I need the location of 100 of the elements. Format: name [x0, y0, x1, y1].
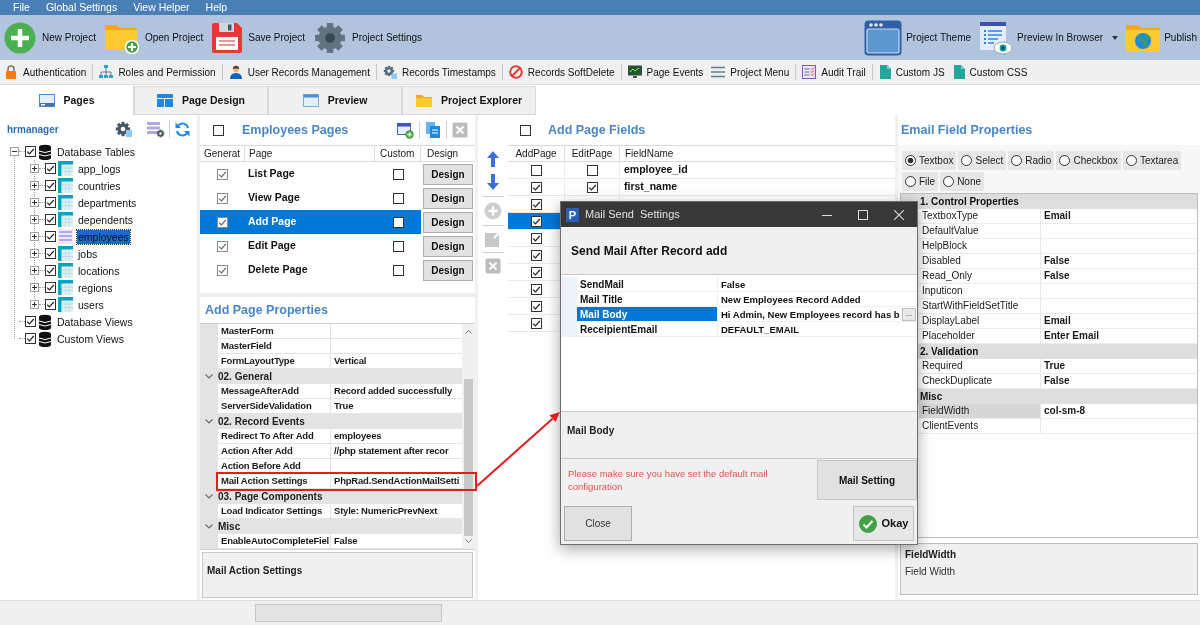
checkbox[interactable] [530, 283, 542, 295]
checkbox[interactable] [213, 124, 224, 136]
design-button[interactable]: Design [423, 163, 473, 185]
checkbox[interactable] [45, 248, 56, 259]
close-button[interactable]: Close [564, 506, 632, 541]
checkbox[interactable] [586, 181, 598, 193]
ellipsis-button[interactable]: ... [902, 307, 916, 321]
checkbox[interactable] [45, 231, 56, 242]
checkbox[interactable] [45, 299, 56, 310]
tab[interactable]: Project Explorer [402, 86, 536, 115]
chevron-down-icon[interactable] [205, 419, 213, 424]
scrollbar[interactable] [462, 324, 475, 549]
toolbar-button[interactable]: Publish [1126, 17, 1197, 58]
checkbox[interactable] [392, 192, 404, 204]
tree-item[interactable]: departments [77, 195, 138, 210]
radio-option[interactable]: Textbox [902, 151, 957, 170]
toolbar-button[interactable]: Records Timestamps [382, 64, 496, 80]
expand-icon[interactable] [30, 181, 39, 190]
refresh-icon[interactable] [174, 120, 191, 138]
toolbar-button[interactable]: Page Events [627, 64, 704, 80]
checkbox[interactable] [217, 264, 228, 276]
radio-option[interactable]: Radio [1008, 151, 1055, 170]
chevron-down-icon[interactable] [205, 494, 213, 499]
radio-option[interactable]: Select [958, 151, 1007, 170]
checkbox[interactable] [217, 192, 228, 204]
tree-item[interactable]: app_logs [77, 161, 122, 176]
collapse-icon[interactable] [10, 147, 19, 156]
close-icon[interactable] [894, 209, 904, 220]
checkbox[interactable] [45, 265, 56, 276]
tree-item[interactable]: dependents [77, 212, 134, 227]
checkbox[interactable] [530, 266, 542, 278]
menu-item[interactable]: File [13, 0, 30, 15]
menu-item[interactable]: View Helper [133, 0, 190, 15]
expand-icon[interactable] [30, 300, 39, 309]
maximize-icon[interactable] [858, 209, 868, 220]
checkbox[interactable] [530, 317, 542, 329]
tree-item[interactable]: regions [77, 280, 114, 295]
toolbar-button[interactable]: Open Project [104, 18, 204, 57]
radio-option[interactable]: None [940, 172, 985, 191]
tab[interactable]: Page Design [134, 86, 268, 115]
arrow-down-icon[interactable] [484, 173, 502, 191]
expand-icon[interactable] [30, 164, 39, 173]
radio-option[interactable]: Checkbox [1056, 151, 1121, 170]
design-button[interactable]: Design [423, 259, 473, 281]
tree-item[interactable]: Database Views [56, 314, 134, 329]
chevron-down-icon[interactable] [205, 524, 213, 529]
tab[interactable]: Preview [268, 86, 402, 115]
checkbox[interactable] [392, 168, 404, 180]
chevron-up-icon[interactable] [465, 330, 472, 334]
checkbox[interactable] [530, 198, 542, 210]
expand-icon[interactable] [30, 198, 39, 207]
checkbox[interactable] [25, 333, 36, 344]
checkbox[interactable] [45, 197, 56, 208]
checkbox[interactable] [45, 214, 56, 225]
toolbar-button[interactable]: Audit Trail [802, 64, 866, 80]
chevron-down-icon[interactable] [465, 539, 472, 543]
tree-item[interactable]: Database Tables [56, 144, 137, 159]
toolbar-button[interactable]: User Records Management [228, 64, 370, 80]
checkbox[interactable] [217, 168, 228, 180]
checkbox[interactable] [217, 216, 228, 228]
mail-setting-button[interactable]: Mail Setting [817, 460, 917, 500]
checkbox[interactable] [530, 164, 542, 176]
checkbox[interactable] [25, 146, 36, 157]
checkbox[interactable] [530, 232, 542, 244]
toolbar-button[interactable]: Save Project [212, 18, 305, 57]
menu-item[interactable]: Help [205, 0, 228, 15]
toolbar-button[interactable]: Project Settings [314, 18, 423, 57]
expand-icon[interactable] [30, 249, 39, 258]
design-button[interactable]: Design [423, 211, 473, 233]
table-row[interactable]: Add Page Design [200, 210, 475, 234]
toolbar-button[interactable]: Custom CSS [952, 64, 1028, 80]
toolbar-button[interactable]: Roles and Permission [99, 64, 216, 80]
table-row[interactable]: first_name [508, 179, 895, 196]
tree-item[interactable]: users [77, 297, 105, 312]
toolbar-button[interactable]: New Project [4, 18, 96, 57]
checkbox[interactable] [45, 163, 56, 174]
radio-option[interactable]: Textarea [1122, 151, 1182, 170]
toolbar-button[interactable]: Project Menu [711, 64, 790, 80]
checkbox[interactable] [530, 249, 542, 261]
design-button[interactable]: Design [423, 187, 473, 209]
toolbar-button[interactable]: Records SoftDelete [508, 64, 615, 80]
scrollbar-thumb[interactable] [464, 379, 473, 536]
toolbar-button[interactable]: Authentication [4, 64, 87, 80]
chevron-down-icon[interactable] [205, 374, 213, 379]
checkbox[interactable] [25, 316, 36, 327]
expand-icon[interactable] [30, 215, 39, 224]
checkbox[interactable] [217, 240, 228, 252]
checkbox[interactable] [392, 216, 404, 228]
design-button[interactable]: Design [423, 235, 473, 257]
checkbox[interactable] [530, 181, 542, 193]
checkbox[interactable] [45, 282, 56, 293]
tree-item[interactable]: jobs [77, 246, 99, 261]
copy-icon[interactable] [425, 122, 441, 138]
gears-icon[interactable] [115, 120, 133, 138]
toolbar-button[interactable]: Preview In Browser [979, 17, 1119, 58]
checkbox[interactable] [530, 215, 542, 227]
tree-item[interactable]: locations [77, 263, 121, 278]
menu-item[interactable]: Global Settings [45, 0, 118, 15]
checkbox[interactable] [530, 300, 542, 312]
checkbox[interactable] [392, 240, 404, 252]
